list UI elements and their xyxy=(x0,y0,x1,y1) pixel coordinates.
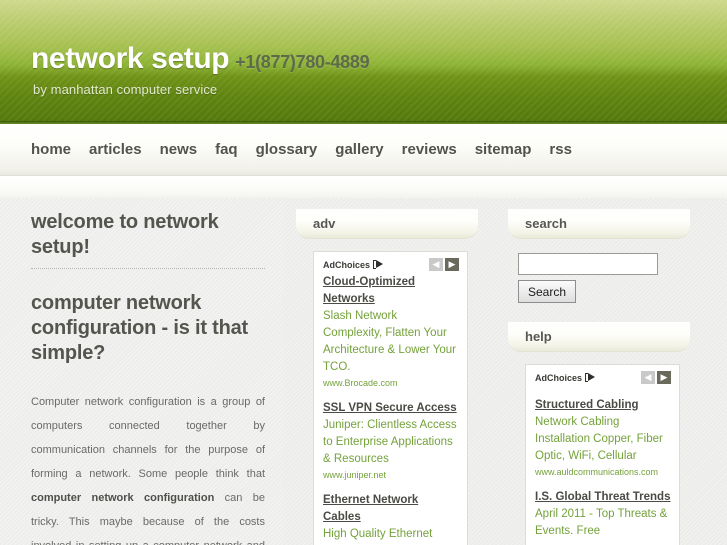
adchoices-icon xyxy=(373,260,384,269)
nav-item-home[interactable]: home xyxy=(31,141,71,158)
search-input[interactable] xyxy=(518,253,658,275)
ad-description: Network Cabling Installation Copper, Fib… xyxy=(535,416,663,462)
ad-url[interactable]: www.auldcommunications.com xyxy=(535,466,671,479)
search-button[interactable]: Search xyxy=(518,280,577,303)
adv-column: adv AdChoices ◀ ▶ Cloud-Optimized Networ… xyxy=(296,209,478,545)
brand-line: network setup +1(877)780-4889 xyxy=(31,42,370,76)
sidebar-column: search Search help AdChoices ◀ ▶ Structu… xyxy=(508,209,690,545)
help-ad-container: AdChoices ◀ ▶ Structured Cabling Network… xyxy=(525,364,680,545)
article-heading: computer network configuration - is it t… xyxy=(31,292,249,364)
adchoices-label[interactable]: AdChoices xyxy=(323,260,384,270)
help-adsense-box: AdChoices ◀ ▶ Structured Cabling Network… xyxy=(525,364,680,545)
header-spacer xyxy=(0,176,727,198)
search-form: Search xyxy=(508,239,690,303)
search-panel-header: search xyxy=(508,209,690,239)
ad-separator xyxy=(535,387,671,397)
ad-prev-arrow-icon[interactable]: ◀ xyxy=(641,371,655,384)
site-header: network setup +1(877)780-4889 by manhatta… xyxy=(0,0,727,124)
article-paragraph: Computer network configuration is a grou… xyxy=(31,390,265,545)
paragraph-text-a: Computer network configuration is a grou… xyxy=(31,396,265,480)
ad-pager: ◀ ▶ xyxy=(641,371,671,384)
ad-separator xyxy=(323,482,459,492)
title-divider xyxy=(31,268,265,269)
ad-description: High Quality Ethernet Cables At Low Pric… xyxy=(323,528,433,540)
ad-title-link[interactable]: SSL VPN Secure Access xyxy=(323,400,459,417)
site-title: network setup xyxy=(31,42,230,75)
ad-prev-arrow-icon[interactable]: ◀ xyxy=(429,258,443,271)
adv-ad-container: AdChoices ◀ ▶ Cloud-Optimized Networks S… xyxy=(313,251,468,545)
ad-pager: ◀ ▶ xyxy=(429,258,459,271)
page-title: welcome to network setup! xyxy=(31,211,219,258)
paragraph-keyword: computer network configuration xyxy=(31,492,215,504)
main-content-column: welcome to network setup! computer netwo… xyxy=(0,198,283,545)
ad-url[interactable]: www.Brocade.com xyxy=(323,377,459,390)
nav-item-faq[interactable]: faq xyxy=(215,141,238,158)
ad-next-arrow-icon[interactable]: ▶ xyxy=(445,258,459,271)
nav-item-glossary[interactable]: glossary xyxy=(256,141,318,158)
ad-title-link[interactable]: Structured Cabling xyxy=(535,397,671,414)
adchoices-row: AdChoices ◀ ▶ xyxy=(535,371,671,384)
adv-adsense-box: AdChoices ◀ ▶ Cloud-Optimized Networks S… xyxy=(313,251,468,545)
ad-separator xyxy=(323,390,459,400)
main-navigation: home articles news faq glossary gallery … xyxy=(0,124,727,176)
adchoices-text: AdChoices xyxy=(323,259,371,270)
ad-description: Juniper: Clientless Access to Enterprise… xyxy=(323,419,457,465)
adchoices-row: AdChoices ◀ ▶ xyxy=(323,258,459,271)
ad-title-link[interactable]: Ethernet Network Cables xyxy=(323,492,459,526)
ad-description: April 2011 - Top Threats & Events. Free xyxy=(535,508,668,537)
nav-item-rss[interactable]: rss xyxy=(549,141,572,158)
ad-next-arrow-icon[interactable]: ▶ xyxy=(657,371,671,384)
nav-item-articles[interactable]: articles xyxy=(89,141,142,158)
nav-item-sitemap[interactable]: sitemap xyxy=(475,141,532,158)
site-phone: +1(877)780-4889 xyxy=(235,52,370,72)
nav-item-news[interactable]: news xyxy=(160,141,198,158)
adchoices-text: AdChoices xyxy=(535,372,583,383)
nav-item-reviews[interactable]: reviews xyxy=(402,141,457,158)
ad-separator xyxy=(535,479,671,489)
ad-description: Slash Network Complexity, Flatten Your A… xyxy=(323,310,456,373)
ad-title-link[interactable]: I.S. Global Threat Trends xyxy=(535,489,671,506)
ad-url[interactable]: www.juniper.net xyxy=(323,469,459,482)
ad-title-link[interactable]: Cloud-Optimized Networks xyxy=(323,274,459,308)
adchoices-label[interactable]: AdChoices xyxy=(535,373,596,383)
adv-panel-header: adv xyxy=(296,209,478,239)
nav-item-gallery[interactable]: gallery xyxy=(335,141,383,158)
help-panel-header: help xyxy=(508,322,690,352)
adchoices-icon xyxy=(585,373,596,382)
site-tagline: by manhattan computer service xyxy=(33,82,218,97)
page-body: welcome to network setup! computer netwo… xyxy=(0,198,727,545)
